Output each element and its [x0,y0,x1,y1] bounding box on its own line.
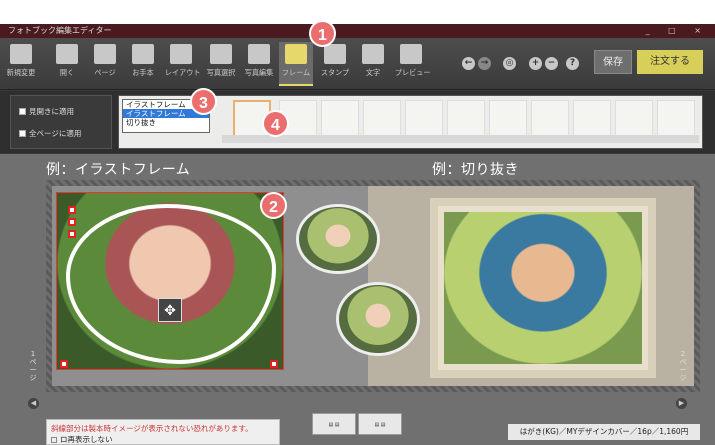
all-pages-apply-checkbox[interactable]: 全ページに適用 [19,128,109,139]
select-option[interactable]: 切り抜き [123,118,209,127]
cutout-photo-image [444,212,642,364]
apply-options: 見開きに適用 全ページに適用 [10,95,112,149]
tool-label: お手本 [132,68,154,77]
photo-edit-icon [248,44,270,64]
frame-panel: 見開きに適用 全ページに適用 イラストフレーム イラストフレーム 切り抜き [0,91,715,153]
prev-page-button[interactable]: ◀ [28,398,39,409]
tool-sample[interactable]: お手本 [126,42,160,86]
checkbox-label: 見開きに適用 [29,107,74,116]
frame-thumb[interactable] [657,100,695,138]
callout-badge: 2 [260,192,287,219]
checkbox-label: ロ再表示しない [60,435,113,444]
tool-label: 写真編集 [244,68,274,77]
callout-badge: 3 [190,88,217,115]
frame-thumb[interactable] [363,100,401,138]
tool-layout[interactable]: レイアウト [164,42,201,86]
oval-photo[interactable] [296,204,380,274]
tool-new[interactable]: 新規変更 [4,42,38,86]
tool-page[interactable]: ページ [88,42,122,86]
tool-photo-select[interactable]: 写真選択 [204,42,238,86]
tool-stamp[interactable]: スタンプ [318,42,352,86]
tool-label: スタンプ [320,68,350,77]
frame-icon [285,44,307,64]
editor-app: フォトブック編集エディター _ □ × 新規変更 開く ページ お手本 レイアウ… [0,24,715,445]
photo-select-icon [210,44,232,64]
tool-label: レイアウト [164,68,201,77]
grid-button[interactable]: ◎ [503,57,516,70]
zoom-out-button[interactable]: − [545,57,558,70]
right-page-label: 2ページ [679,350,687,382]
frame-thumb[interactable] [321,100,359,138]
page-switch-left[interactable]: ▤ ▤ [312,413,356,435]
caption-cutout: 例：切り抜き [432,162,519,178]
frame-thumb[interactable] [447,100,485,138]
thumbs-up-icon [132,44,154,64]
workspace: 例：イラストフレーム 例：切り抜き ✥ 1ページ 2ページ ◀ ▶ 斜線部分は製… [0,154,715,445]
oval-photo[interactable] [336,282,420,356]
tool-label: 文字 [365,68,381,77]
order-button[interactable]: 注文する [637,50,703,74]
window-controls[interactable]: _ □ × [646,24,709,38]
checkbox-label: 全ページに適用 [29,129,82,138]
warning-text: 斜線部分は製本時イメージが表示されない恐れがあります。 [51,424,253,433]
window-title: フォトブック編集エディター [8,26,112,35]
callout-badge: 1 [309,20,336,47]
cutout-photo[interactable] [430,198,656,378]
save-button[interactable]: 保存 [594,50,632,74]
callout-badge: 4 [262,110,289,137]
next-page-button[interactable]: ▶ [676,398,687,409]
rotate-handle[interactable] [60,360,68,368]
resize-handle[interactable] [270,360,278,368]
tool-preview[interactable]: プレビュー [394,42,431,86]
frame-thumb[interactable] [489,100,527,138]
tool-text[interactable]: 文字 [356,42,390,86]
new-icon [10,44,32,64]
caption-illust-frame: 例：イラストフレーム [46,162,191,178]
tool-label: 開く [59,68,75,77]
tool-open[interactable]: 開く [50,42,84,86]
move-icon[interactable]: ✥ [158,298,182,322]
tool-label: 新規変更 [6,68,36,77]
open-icon [56,44,78,64]
undo-button[interactable]: ← [462,57,475,70]
tool-label: ページ [94,68,116,77]
tool-photo-edit[interactable]: 写真編集 [242,42,276,86]
tool-label: プレビュー [394,68,431,77]
strip-scrollbar[interactable] [222,135,699,143]
help-button[interactable]: ? [566,57,579,70]
title-bar: フォトブック編集エディター _ □ × [0,24,715,38]
preview-icon [400,44,422,64]
resize-handle[interactable] [68,230,76,238]
main-toolbar: 新規変更 開く ページ お手本 レイアウト 写真選択 写真編集 フレーム スタン… [0,38,715,90]
dont-show-checkbox[interactable]: ロ再表示しない [47,434,279,445]
redo-button[interactable]: → [478,57,491,70]
tool-label: 写真選択 [206,68,236,77]
frame-thumb[interactable] [573,100,611,138]
page-icon [94,44,116,64]
page-switch-right[interactable]: ▤ ▤ [358,413,402,435]
zoom-in-button[interactable]: + [529,57,542,70]
resize-handle[interactable] [68,218,76,226]
text-icon [362,44,384,64]
stamp-icon [324,44,346,64]
frame-thumb[interactable] [615,100,653,138]
frame-thumb[interactable] [405,100,443,138]
spread-apply-checkbox[interactable]: 見開きに適用 [19,106,109,117]
tool-frame[interactable]: フレーム [279,42,313,86]
frame-thumb[interactable] [531,100,569,138]
product-info: はがき(KG)／MYデザインカバー／16p／1,160円 [508,424,700,440]
resize-handle[interactable] [68,206,76,214]
left-page-label: 1ページ [29,350,37,382]
warning-box: 斜線部分は製本時イメージが表示されない恐れがあります。 ロ再表示しない [46,419,280,445]
tool-label: フレーム [281,68,311,77]
layout-icon [170,44,192,64]
